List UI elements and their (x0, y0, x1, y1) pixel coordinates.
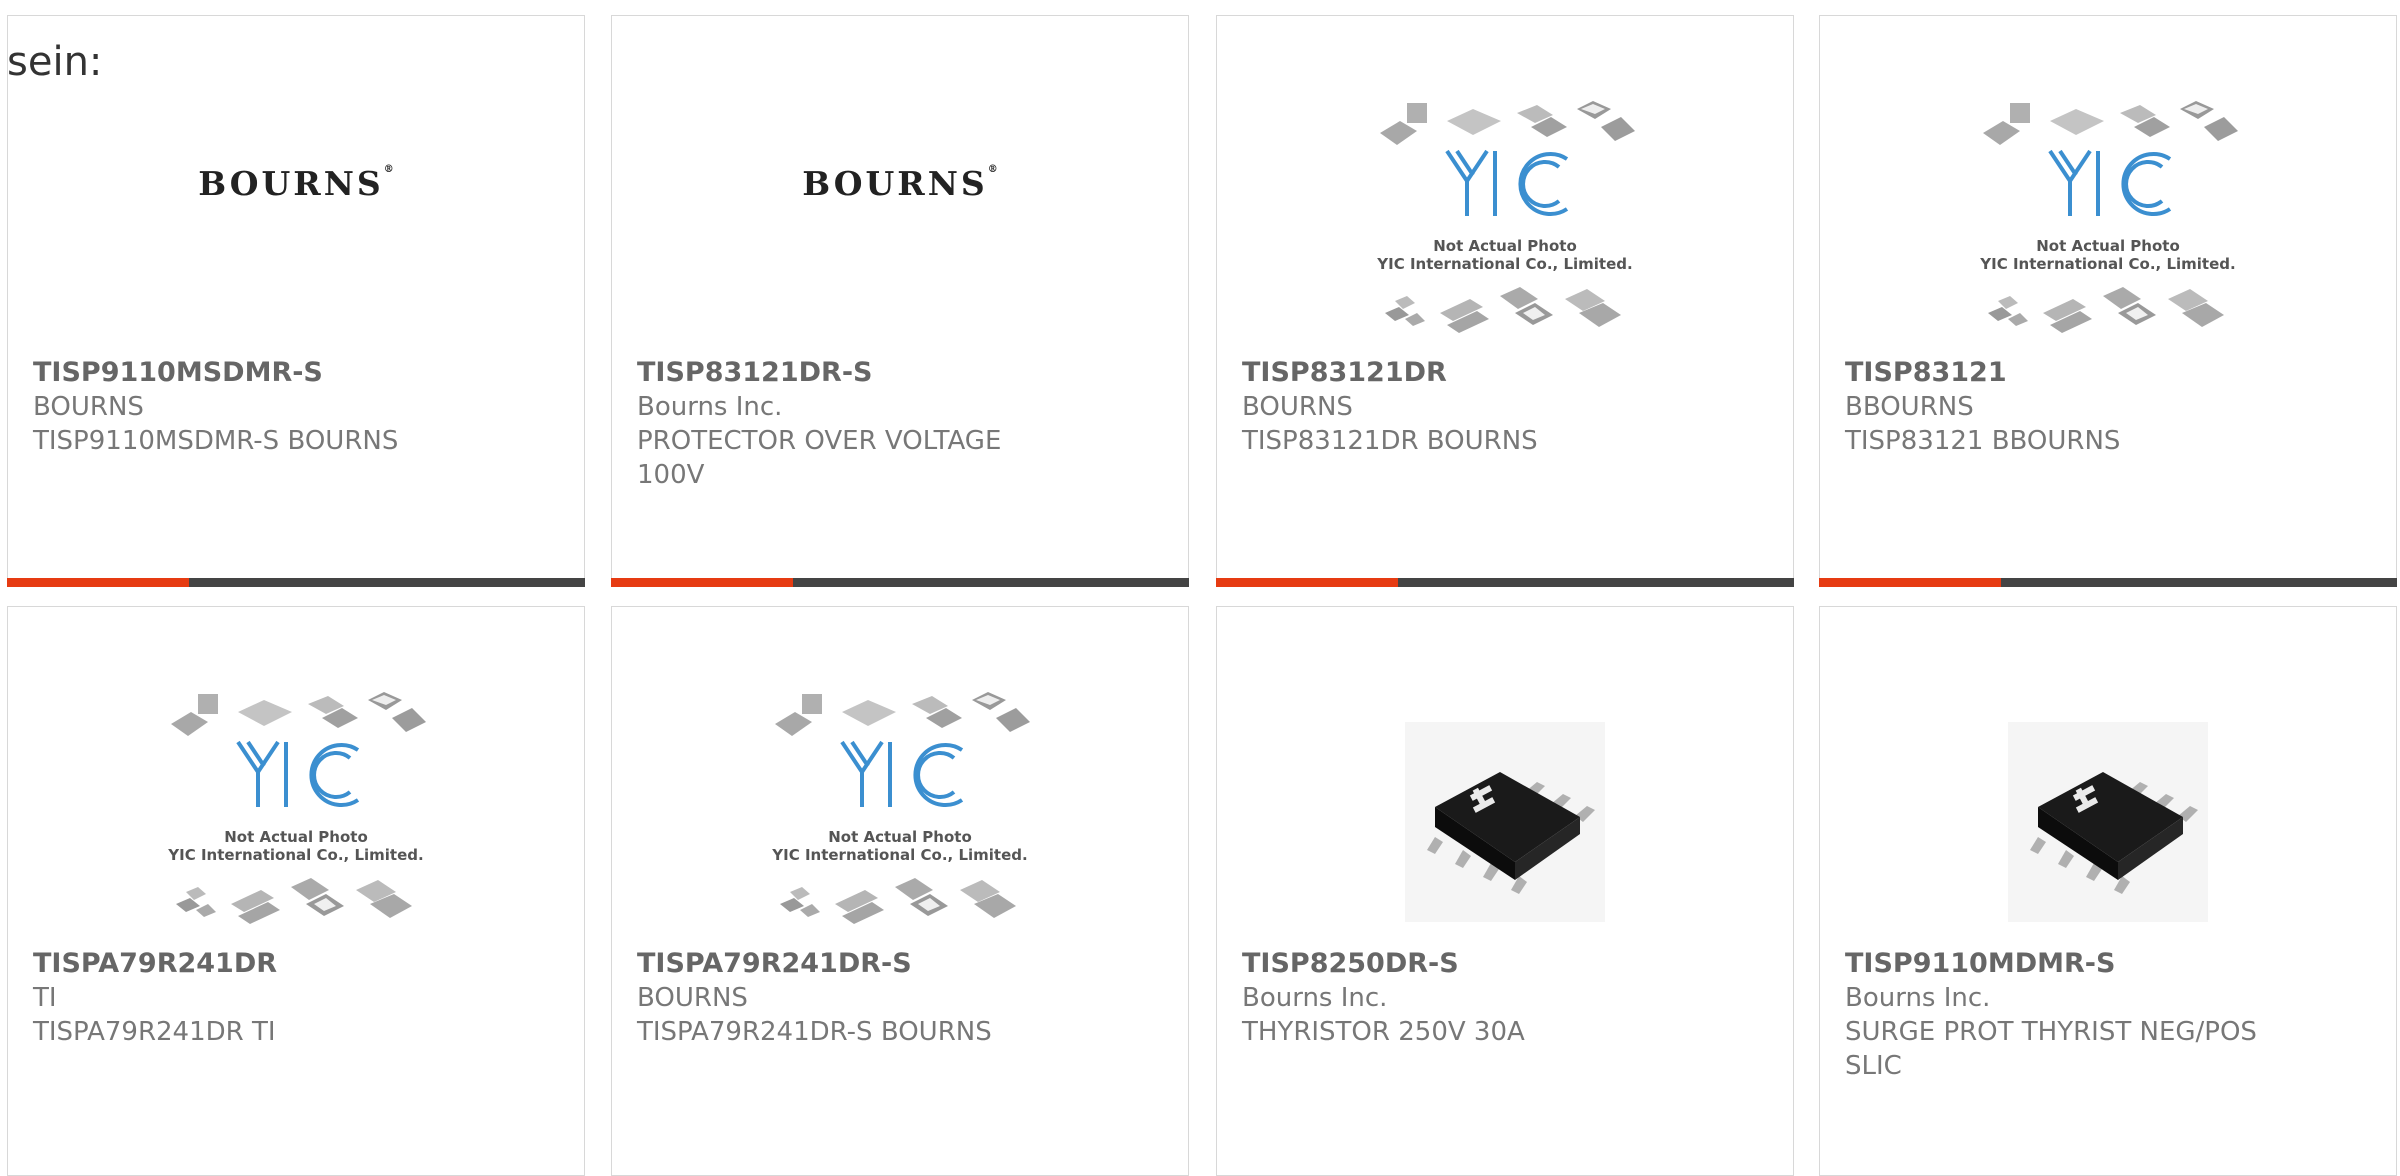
product-image: Not Actual Photo YIC International Co., … (1820, 91, 2396, 371)
manufacturer: TI (33, 983, 57, 1013)
product-grid: BOURNS® TISP9110MSDMR-S BOURNS TISP9110M… (0, 0, 2400, 1176)
svg-text:Not Actual Photo: Not Actual Photo (224, 828, 368, 846)
manufacturer: Bourns Inc. (1845, 983, 1991, 1013)
part-number[interactable]: TISPA79R241DR-S (637, 947, 1163, 981)
svg-text:YIC International Co., Limited: YIC International Co., Limited. (1376, 255, 1632, 273)
card-bottom-bar (1216, 578, 1794, 587)
bourns-logo: BOURNS® (198, 164, 394, 203)
bourns-logo: BOURNS® (802, 164, 998, 203)
part-number[interactable]: TISP9110MSDMR-S (33, 356, 559, 390)
product-image: Not Actual Photo YIC International Co., … (1217, 91, 1793, 371)
manufacturer: Bourns Inc. (637, 392, 783, 422)
part-number[interactable]: TISPA79R241DR (33, 947, 559, 981)
part-number[interactable]: TISP83121DR-S (637, 356, 1163, 390)
description: TISP83121 BBOURNS (1845, 426, 2121, 456)
manufacturer: BBOURNS (1845, 392, 1974, 422)
description: THYRISTOR 250V 30A (1242, 1017, 1525, 1047)
description: TISPA79R241DR TI (33, 1017, 276, 1047)
placeholder-image-icon: Not Actual Photo YIC International Co., … (1979, 101, 2238, 333)
manufacturer: Bourns Inc. (1242, 983, 1388, 1013)
soic-chip-photo (1405, 722, 1605, 922)
product-image (1820, 682, 2396, 962)
product-image: Not Actual Photo YIC International Co., … (8, 682, 584, 962)
product-card[interactable]: TISP9110MDMR-S Bourns Inc. SURGE PROT TH… (1819, 606, 2397, 1176)
placeholder-image-icon: Not Actual Photo YIC International Co., … (771, 692, 1030, 924)
description: PROTECTOR OVER VOLTAGE 100V (637, 426, 1002, 490)
soic-chip-photo (2008, 722, 2208, 922)
product-card[interactable]: Not Actual Photo YIC International Co., … (1216, 15, 1794, 587)
product-card[interactable]: Not Actual Photo YIC International Co., … (7, 606, 585, 1176)
product-image: BOURNS® (612, 91, 1188, 371)
placeholder-image-icon: Not Actual Photo YIC International Co., … (1376, 101, 1635, 333)
svg-text:YIC International Co., Limited: YIC International Co., Limited. (1979, 255, 2235, 273)
card-bottom-bar (611, 578, 1189, 587)
svg-text:YIC International Co., Limited: YIC International Co., Limited. (771, 846, 1027, 864)
description: TISPA79R241DR-S BOURNS (637, 1017, 992, 1047)
svg-text:Not Actual Photo: Not Actual Photo (2036, 237, 2180, 255)
manufacturer: BOURNS (1242, 392, 1353, 422)
product-image (1217, 682, 1793, 962)
description: TISP83121DR BOURNS (1242, 426, 1538, 456)
part-number[interactable]: TISP83121 (1845, 356, 2371, 390)
product-card[interactable]: BOURNS® TISP9110MSDMR-S BOURNS TISP9110M… (7, 15, 585, 587)
part-number[interactable]: TISP8250DR-S (1242, 947, 1768, 981)
product-card[interactable]: BOURNS® TISP83121DR-S Bourns Inc. PROTEC… (611, 15, 1189, 587)
product-image: BOURNS® (8, 91, 584, 371)
svg-text:Not Actual Photo: Not Actual Photo (1433, 237, 1577, 255)
product-card[interactable]: Not Actual Photo YIC International Co., … (1819, 15, 2397, 587)
svg-text:YIC International Co., Limited: YIC International Co., Limited. (167, 846, 423, 864)
manufacturer: BOURNS (33, 392, 144, 422)
card-bottom-bar (7, 578, 585, 587)
description: SURGE PROT THYRIST NEG/POS SLIC (1845, 1017, 2257, 1081)
product-card[interactable]: TISP8250DR-S Bourns Inc. THYRISTOR 250V … (1216, 606, 1794, 1176)
part-number[interactable]: TISP83121DR (1242, 356, 1768, 390)
svg-text:Not Actual Photo: Not Actual Photo (828, 828, 972, 846)
intro-text: sein: (7, 39, 103, 85)
part-number[interactable]: TISP9110MDMR-S (1845, 947, 2371, 981)
manufacturer: BOURNS (637, 983, 748, 1013)
product-image: Not Actual Photo YIC International Co., … (612, 682, 1188, 962)
product-card[interactable]: Not Actual Photo YIC International Co., … (611, 606, 1189, 1176)
placeholder-image-icon: Not Actual Photo YIC International Co., … (167, 692, 426, 924)
card-bottom-bar (1819, 578, 2397, 587)
description: TISP9110MSDMR-S BOURNS (33, 426, 399, 456)
